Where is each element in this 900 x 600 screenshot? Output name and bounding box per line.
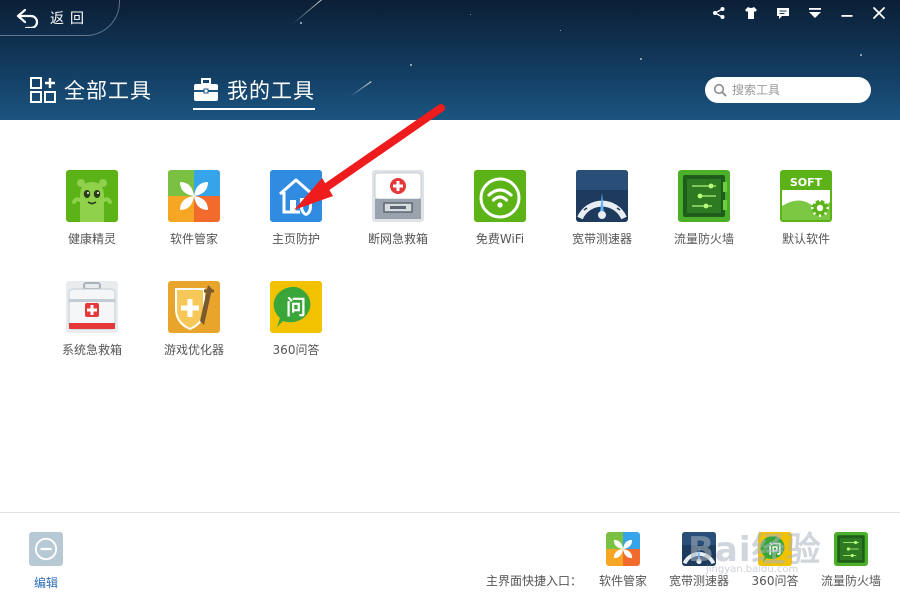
shortcut-label: 流量防火墙 bbox=[820, 574, 881, 588]
feedback-icon[interactable] bbox=[774, 4, 792, 22]
homepage-protect-icon bbox=[270, 170, 322, 222]
tool-label: 默认软件 bbox=[781, 232, 830, 246]
speedometer-icon bbox=[682, 532, 716, 566]
game-optimizer-icon bbox=[168, 281, 220, 333]
search-box[interactable] bbox=[705, 77, 872, 103]
grid-icon bbox=[30, 77, 56, 103]
tab-all-tools[interactable]: 全部工具 bbox=[30, 72, 152, 108]
shortcut-entry-label: 主界面快捷入口： bbox=[486, 574, 583, 588]
edit-button[interactable]: 编辑 bbox=[28, 532, 64, 591]
shortcut-label: 软件管家 bbox=[598, 574, 647, 588]
tool-label: 健康精灵 bbox=[67, 232, 116, 246]
tool-firewall[interactable]: 流量防火墙 bbox=[654, 170, 754, 270]
tool-label: 免费WiFi bbox=[475, 232, 525, 246]
shortcut-label: 宽带测速器 bbox=[668, 574, 729, 588]
shortcut-360-qa[interactable]: 问 360问答 bbox=[735, 532, 815, 589]
default-software-icon: SOFT bbox=[780, 170, 832, 222]
tool-360-qa[interactable]: 问 360问答 bbox=[246, 281, 346, 381]
share-icon[interactable] bbox=[710, 4, 728, 22]
firewall-icon bbox=[834, 532, 868, 566]
software-manager-icon bbox=[606, 532, 640, 566]
tool-label: 游戏优化器 bbox=[163, 343, 224, 357]
back-button[interactable]: 返回 bbox=[0, 0, 120, 36]
tab-all-tools-label: 全部工具 bbox=[64, 79, 152, 103]
window-controls bbox=[710, 4, 888, 22]
tool-software-manager[interactable]: 软件管家 bbox=[144, 170, 244, 270]
skin-icon[interactable] bbox=[742, 4, 760, 22]
tool-label: 断网急救箱 bbox=[367, 232, 428, 246]
shortcut-speedometer[interactable]: 宽带测速器 bbox=[659, 532, 739, 589]
toolbox-icon bbox=[194, 78, 218, 101]
software-manager-icon bbox=[168, 170, 220, 222]
tool-speedometer[interactable]: 宽带测速器 bbox=[552, 170, 652, 270]
edit-label: 编辑 bbox=[33, 576, 58, 590]
svg-text:问: 问 bbox=[286, 295, 306, 319]
system-firstaid-icon bbox=[66, 281, 118, 333]
close-icon[interactable] bbox=[870, 4, 888, 22]
shortcut-label: 360问答 bbox=[751, 574, 799, 588]
footer-divider bbox=[0, 512, 900, 513]
health-sprite-icon bbox=[66, 170, 118, 222]
search-icon bbox=[713, 83, 727, 97]
tool-system-firstaid[interactable]: 系统急救箱 bbox=[42, 281, 142, 381]
tab-my-tools[interactable]: 我的工具 bbox=[193, 72, 315, 110]
tool-label: 宽带测速器 bbox=[571, 232, 632, 246]
wifi-icon bbox=[474, 170, 526, 222]
qa-icon: 问 bbox=[270, 281, 322, 333]
svg-text:SOFT: SOFT bbox=[790, 176, 823, 189]
search-input[interactable] bbox=[732, 83, 872, 97]
firewall-icon bbox=[678, 170, 730, 222]
shortcut-software-manager[interactable]: 软件管家 bbox=[583, 532, 663, 589]
network-firstaid-icon bbox=[372, 170, 424, 222]
tool-health-sprite[interactable]: 健康精灵 bbox=[42, 170, 142, 270]
qa-icon: 问 bbox=[758, 532, 792, 566]
tool-label: 360问答 bbox=[272, 343, 320, 357]
tool-label: 主页防护 bbox=[271, 232, 320, 246]
tool-label: 流量防火墙 bbox=[673, 232, 734, 246]
tab-my-tools-label: 我的工具 bbox=[227, 79, 315, 103]
tool-default-software[interactable]: SOFT 默认软件 bbox=[756, 170, 856, 270]
back-label: 返回 bbox=[50, 10, 90, 27]
tool-label: 系统急救箱 bbox=[61, 343, 122, 357]
tool-game-optimizer[interactable]: 游戏优化器 bbox=[144, 281, 244, 381]
header-banner: 返回 全部工具 我的工具 搜索工具 bbox=[0, 0, 900, 120]
menu-icon[interactable] bbox=[806, 4, 824, 22]
svg-text:问: 问 bbox=[768, 542, 781, 558]
minus-circle-icon bbox=[29, 532, 63, 566]
tool-network-firstaid[interactable]: 断网急救箱 bbox=[348, 170, 448, 270]
minimize-icon[interactable] bbox=[838, 4, 856, 22]
speedometer-icon bbox=[576, 170, 628, 222]
tool-free-wifi[interactable]: 免费WiFi bbox=[450, 170, 550, 270]
shortcut-firewall[interactable]: 流量防火墙 bbox=[811, 532, 891, 589]
back-arrow-icon bbox=[16, 8, 39, 28]
tool-homepage-protect[interactable]: 主页防护 bbox=[246, 170, 346, 270]
tool-label: 软件管家 bbox=[169, 232, 218, 246]
